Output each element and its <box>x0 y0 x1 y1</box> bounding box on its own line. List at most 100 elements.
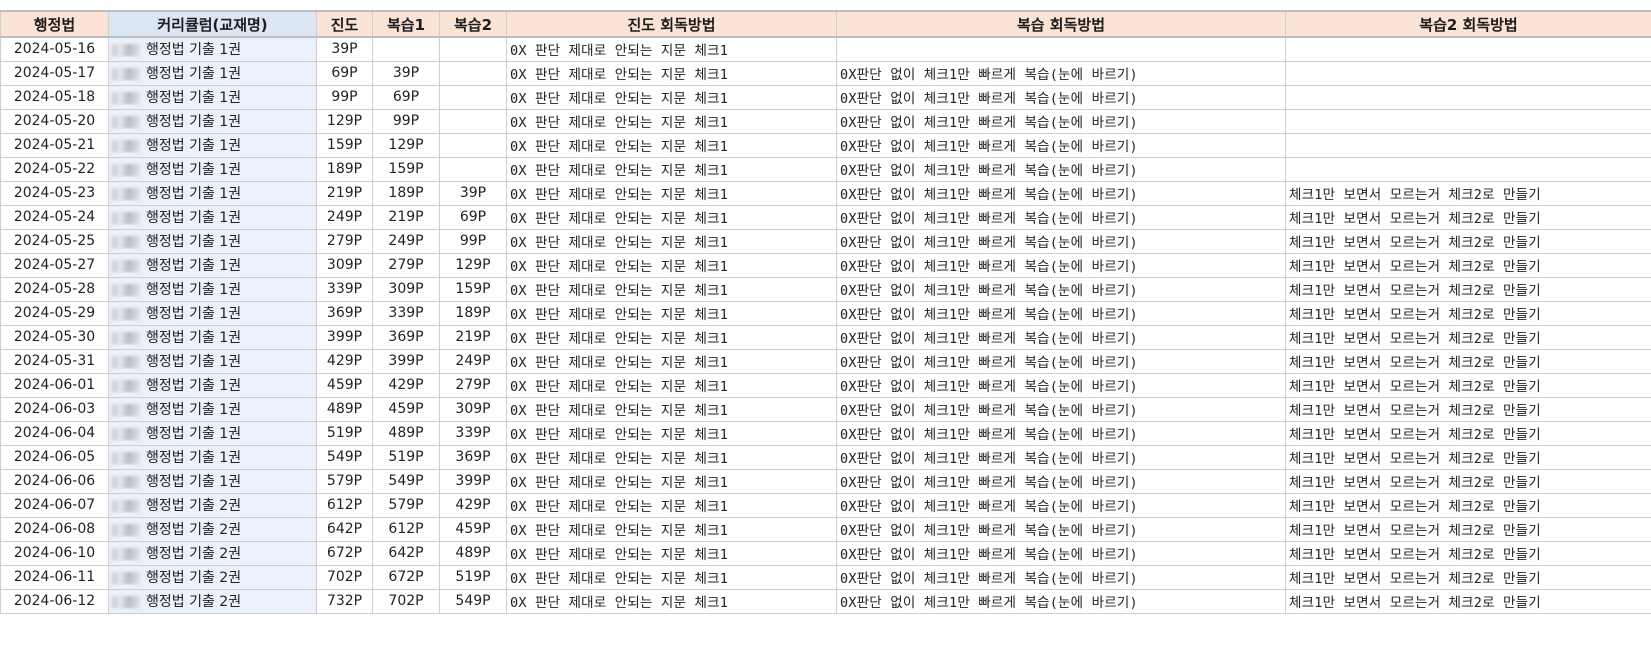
cell-review-method[interactable]: 0X판단 없이 체크1만 빠르게 복습(눈에 바르기) <box>837 61 1286 85</box>
cell-progress-method[interactable]: 0X 판단 제대로 안되는 지문 체크1 <box>507 37 837 61</box>
cell-progress[interactable]: 129P <box>317 109 373 133</box>
cell-review2-method[interactable] <box>1286 109 1651 133</box>
cell-date[interactable]: 2024-06-07 <box>1 493 109 517</box>
cell-review2-method[interactable] <box>1286 37 1651 61</box>
cell-review2-method[interactable]: 체크1만 보면서 모르는거 체크2로 만들기 <box>1286 277 1651 301</box>
cell-review2[interactable]: 219P <box>440 325 507 349</box>
cell-curriculum[interactable]: 행정법 기출 1권 <box>109 157 317 181</box>
cell-review1[interactable]: 249P <box>373 229 440 253</box>
cell-review1[interactable]: 672P <box>373 565 440 589</box>
cell-review2[interactable]: 429P <box>440 493 507 517</box>
cell-review1[interactable]: 429P <box>373 373 440 397</box>
cell-curriculum[interactable]: 행정법 기출 2권 <box>109 589 317 613</box>
cell-curriculum[interactable]: 행정법 기출 1권 <box>109 349 317 373</box>
cell-progress-method[interactable]: 0X 판단 제대로 안되는 지문 체크1 <box>507 493 837 517</box>
cell-review1[interactable]: 309P <box>373 277 440 301</box>
cell-curriculum[interactable]: 행정법 기출 1권 <box>109 301 317 325</box>
cell-progress[interactable]: 732P <box>317 589 373 613</box>
cell-review1[interactable]: 39P <box>373 61 440 85</box>
cell-date[interactable]: 2024-05-21 <box>1 133 109 157</box>
cell-progress[interactable]: 702P <box>317 565 373 589</box>
cell-date[interactable]: 2024-05-22 <box>1 157 109 181</box>
cell-curriculum[interactable]: 행정법 기출 1권 <box>109 205 317 229</box>
cell-curriculum[interactable]: 행정법 기출 1권 <box>109 61 317 85</box>
cell-progress[interactable]: 99P <box>317 85 373 109</box>
cell-review-method[interactable]: 0X판단 없이 체크1만 빠르게 복습(눈에 바르기) <box>837 589 1286 613</box>
cell-progress-method[interactable]: 0X 판단 제대로 안되는 지문 체크1 <box>507 181 837 205</box>
cell-curriculum[interactable]: 행정법 기출 1권 <box>109 229 317 253</box>
cell-progress[interactable]: 519P <box>317 421 373 445</box>
cell-review-method[interactable]: 0X판단 없이 체크1만 빠르게 복습(눈에 바르기) <box>837 205 1286 229</box>
cell-progress-method[interactable]: 0X 판단 제대로 안되는 지문 체크1 <box>507 589 837 613</box>
cell-review1[interactable]: 399P <box>373 349 440 373</box>
cell-review1[interactable]: 459P <box>373 397 440 421</box>
cell-review1[interactable]: 69P <box>373 85 440 109</box>
cell-review2-method[interactable]: 체크1만 보면서 모르는거 체크2로 만들기 <box>1286 541 1651 565</box>
cell-progress-method[interactable]: 0X 판단 제대로 안되는 지문 체크1 <box>507 517 837 541</box>
cell-date[interactable]: 2024-06-01 <box>1 373 109 397</box>
cell-progress-method[interactable]: 0X 판단 제대로 안되는 지문 체크1 <box>507 109 837 133</box>
cell-progress[interactable]: 579P <box>317 469 373 493</box>
cell-date[interactable]: 2024-06-06 <box>1 469 109 493</box>
header-progress[interactable]: 진도 <box>317 11 373 37</box>
cell-review2[interactable]: 519P <box>440 565 507 589</box>
cell-curriculum[interactable]: 행정법 기출 1권 <box>109 253 317 277</box>
cell-review2[interactable]: 339P <box>440 421 507 445</box>
cell-date[interactable]: 2024-05-27 <box>1 253 109 277</box>
cell-progress[interactable]: 369P <box>317 301 373 325</box>
cell-curriculum[interactable]: 행정법 기출 1권 <box>109 181 317 205</box>
cell-date[interactable]: 2024-05-20 <box>1 109 109 133</box>
cell-progress[interactable]: 309P <box>317 253 373 277</box>
cell-progress-method[interactable]: 0X 판단 제대로 안되는 지문 체크1 <box>507 61 837 85</box>
cell-date[interactable]: 2024-06-12 <box>1 589 109 613</box>
cell-date[interactable]: 2024-05-23 <box>1 181 109 205</box>
cell-curriculum[interactable]: 행정법 기출 1권 <box>109 421 317 445</box>
cell-curriculum[interactable]: 행정법 기출 1권 <box>109 109 317 133</box>
cell-date[interactable]: 2024-05-16 <box>1 37 109 61</box>
cell-review2[interactable]: 249P <box>440 349 507 373</box>
cell-progress-method[interactable]: 0X 판단 제대로 안되는 지문 체크1 <box>507 229 837 253</box>
cell-date[interactable]: 2024-06-10 <box>1 541 109 565</box>
cell-date[interactable]: 2024-06-03 <box>1 397 109 421</box>
cell-review2-method[interactable]: 체크1만 보면서 모르는거 체크2로 만들기 <box>1286 397 1651 421</box>
cell-review1[interactable]: 279P <box>373 253 440 277</box>
cell-review-method[interactable]: 0X판단 없이 체크1만 빠르게 복습(눈에 바르기) <box>837 349 1286 373</box>
cell-progress-method[interactable]: 0X 판단 제대로 안되는 지문 체크1 <box>507 445 837 469</box>
cell-review1[interactable]: 159P <box>373 157 440 181</box>
cell-date[interactable]: 2024-06-04 <box>1 421 109 445</box>
cell-progress-method[interactable]: 0X 판단 제대로 안되는 지문 체크1 <box>507 397 837 421</box>
cell-review2-method[interactable]: 체크1만 보면서 모르는거 체크2로 만들기 <box>1286 565 1651 589</box>
cell-review2-method[interactable]: 체크1만 보면서 모르는거 체크2로 만들기 <box>1286 229 1651 253</box>
cell-review2-method[interactable]: 체크1만 보면서 모르는거 체크2로 만들기 <box>1286 373 1651 397</box>
cell-progress-method[interactable]: 0X 판단 제대로 안되는 지문 체크1 <box>507 205 837 229</box>
cell-review-method[interactable]: 0X판단 없이 체크1만 빠르게 복습(눈에 바르기) <box>837 133 1286 157</box>
cell-review2[interactable]: 399P <box>440 469 507 493</box>
cell-review2[interactable]: 39P <box>440 181 507 205</box>
cell-review2-method[interactable]: 체크1만 보면서 모르는거 체크2로 만들기 <box>1286 253 1651 277</box>
cell-curriculum[interactable]: 행정법 기출 1권 <box>109 325 317 349</box>
cell-review-method[interactable]: 0X판단 없이 체크1만 빠르게 복습(눈에 바르기) <box>837 541 1286 565</box>
cell-curriculum[interactable]: 행정법 기출 1권 <box>109 397 317 421</box>
cell-review1[interactable]: 189P <box>373 181 440 205</box>
cell-review1[interactable]: 549P <box>373 469 440 493</box>
cell-curriculum[interactable]: 행정법 기출 1권 <box>109 277 317 301</box>
cell-progress[interactable]: 642P <box>317 517 373 541</box>
cell-review-method[interactable]: 0X판단 없이 체크1만 빠르게 복습(눈에 바르기) <box>837 397 1286 421</box>
cell-review-method[interactable]: 0X판단 없이 체크1만 빠르게 복습(눈에 바르기) <box>837 181 1286 205</box>
cell-review-method[interactable]: 0X판단 없이 체크1만 빠르게 복습(눈에 바르기) <box>837 565 1286 589</box>
cell-progress[interactable]: 159P <box>317 133 373 157</box>
cell-progress-method[interactable]: 0X 판단 제대로 안되는 지문 체크1 <box>507 469 837 493</box>
cell-review2[interactable] <box>440 61 507 85</box>
cell-review1[interactable]: 489P <box>373 421 440 445</box>
cell-date[interactable]: 2024-05-29 <box>1 301 109 325</box>
cell-review-method[interactable]: 0X판단 없이 체크1만 빠르게 복습(눈에 바르기) <box>837 517 1286 541</box>
cell-progress-method[interactable]: 0X 판단 제대로 안되는 지문 체크1 <box>507 349 837 373</box>
cell-curriculum[interactable]: 행정법 기출 1권 <box>109 37 317 61</box>
cell-review2-method[interactable]: 체크1만 보면서 모르는거 체크2로 만들기 <box>1286 517 1651 541</box>
header-review-method[interactable]: 복습 회독방법 <box>837 11 1286 37</box>
cell-date[interactable]: 2024-05-18 <box>1 85 109 109</box>
cell-progress-method[interactable]: 0X 판단 제대로 안되는 지문 체크1 <box>507 421 837 445</box>
cell-review1[interactable]: 612P <box>373 517 440 541</box>
cell-review1[interactable]: 642P <box>373 541 440 565</box>
cell-progress[interactable]: 189P <box>317 157 373 181</box>
